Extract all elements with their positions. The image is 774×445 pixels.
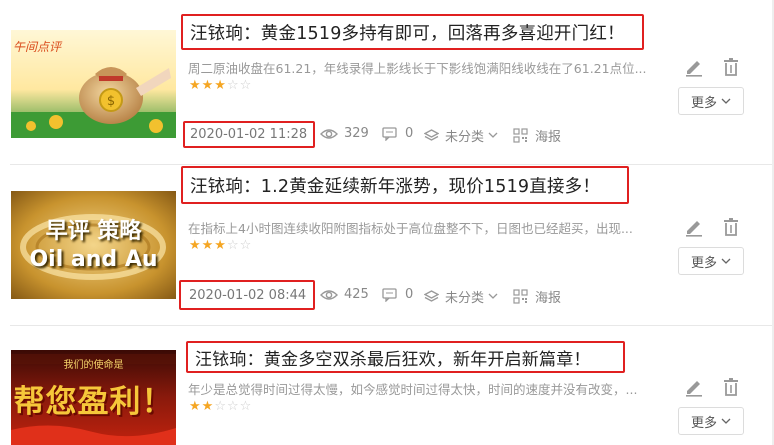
chevron-down-icon <box>488 132 498 139</box>
publish-date: 2020-01-02 11:28 <box>190 127 308 142</box>
highlight-box: 汪铱珦：1.2黄金延续新年涨势，现价1519直接多！ <box>181 166 629 204</box>
star-icon: ★★ <box>189 399 215 414</box>
more-button[interactable]: 更多 <box>678 87 744 115</box>
star-empty-icon: ☆☆ <box>226 238 253 253</box>
trash-icon[interactable] <box>721 377 741 397</box>
view-count: 425 <box>320 287 369 302</box>
thumbnail-caption: 我们的使命是 <box>63 360 124 371</box>
comment-icon <box>382 287 397 302</box>
comment-count-value: 0 <box>405 287 414 302</box>
chevron-down-icon <box>488 293 498 300</box>
article-list: $ 午间点评 汪铱珦：黄金1519多持有即可，回落再多喜迎开门红！ 周二原油收盘… <box>0 0 774 445</box>
more-button[interactable]: 更多 <box>678 247 744 275</box>
chevron-down-icon <box>721 414 731 429</box>
article-summary: 周二原油收盘在61.21，年线录得上影线长于下影线饱满阳线收线在了61.21点位… <box>188 61 647 76</box>
trash-icon[interactable] <box>721 57 741 77</box>
category-label: 未分类 <box>445 130 485 145</box>
view-count: 329 <box>320 126 369 141</box>
article-thumbnail[interactable]: 我们的使命是 帮您盈利！ <box>11 350 176 445</box>
more-button[interactable]: 更多 <box>678 407 744 435</box>
edit-icon[interactable] <box>684 377 704 397</box>
star-icon: ★★★ <box>189 238 227 253</box>
article-summary: 年少是总觉得时间过得太慢，如今感觉时间过得太快，时间的速度并没有改变，... <box>188 382 638 397</box>
layers-icon <box>424 128 439 143</box>
poster-button[interactable]: 海报 <box>513 126 561 145</box>
eye-icon <box>320 127 338 141</box>
article-thumbnail[interactable]: 早评 策略 Oil and Au <box>11 191 176 299</box>
category-dropdown[interactable]: 未分类 <box>424 126 498 145</box>
chevron-down-icon <box>721 254 731 269</box>
publish-date: 2020-01-02 08:44 <box>189 287 307 303</box>
view-count-value: 425 <box>344 287 369 302</box>
comment-count-value: 0 <box>405 126 414 141</box>
more-label: 更多 <box>690 415 717 431</box>
star-icon: ★★★ <box>189 78 227 93</box>
comment-count[interactable]: 0 <box>382 126 413 141</box>
view-count-value: 329 <box>344 126 369 141</box>
edit-icon[interactable] <box>684 57 704 77</box>
edit-icon[interactable] <box>684 217 704 237</box>
thumbnail-caption: Oil and Au <box>29 247 158 272</box>
eye-icon <box>320 288 338 302</box>
thumbnail-caption: 早评 策略 <box>45 219 142 244</box>
star-rating: ★★★☆☆ <box>189 78 252 93</box>
qrcode-icon <box>513 128 528 143</box>
comment-count[interactable]: 0 <box>382 287 413 302</box>
more-label: 更多 <box>690 95 717 111</box>
article-item: 早评 策略 Oil and Au 汪铱珦：1.2黄金延续新年涨势，现价1519直… <box>0 165 774 325</box>
article-item: 我们的使命是 帮您盈利！ 汪铱珦：黄金多空双杀最后狂欢，新年开启新篇章！ 年少是… <box>0 326 774 445</box>
trash-icon[interactable] <box>721 217 741 237</box>
chevron-down-icon <box>721 94 731 109</box>
highlight-box: 汪铱珦：黄金多空双杀最后狂欢，新年开启新篇章！ <box>186 341 625 373</box>
article-summary: 在指标上4小时图连续收阳附图指标处于高位盘整不下，日图也已经超买，出现... <box>188 221 633 236</box>
poster-button[interactable]: 海报 <box>513 287 561 306</box>
comment-icon <box>382 126 397 141</box>
star-rating: ★★☆☆☆ <box>189 399 252 414</box>
star-rating: ★★★☆☆ <box>189 238 252 253</box>
article-thumbnail[interactable]: $ 午间点评 <box>11 30 176 138</box>
highlight-box: 2020-01-02 08:44 <box>179 280 315 310</box>
qrcode-icon <box>513 289 528 304</box>
highlight-box: 2020-01-02 11:28 <box>183 121 315 148</box>
article-title[interactable]: 汪铱珦：黄金1519多持有即可，回落再多喜迎开门红！ <box>190 20 625 45</box>
thumbnail-caption: 午间点评 <box>13 40 62 54</box>
article-title[interactable]: 汪铱珦：黄金多空双杀最后狂欢，新年开启新篇章！ <box>195 345 591 370</box>
category-dropdown[interactable]: 未分类 <box>424 287 498 306</box>
article-item: $ 午间点评 汪铱珦：黄金1519多持有即可，回落再多喜迎开门红！ 周二原油收盘… <box>0 0 774 160</box>
more-label: 更多 <box>690 255 717 271</box>
layers-icon <box>424 289 439 304</box>
star-empty-icon: ☆☆☆ <box>214 399 253 414</box>
star-empty-icon: ☆☆ <box>226 78 253 93</box>
svg-text:$: $ <box>107 94 115 109</box>
category-label: 未分类 <box>445 291 485 306</box>
poster-label: 海报 <box>535 130 562 145</box>
poster-label: 海报 <box>535 291 562 306</box>
thumbnail-caption: 帮您盈利！ <box>13 384 174 420</box>
article-title[interactable]: 汪铱珦：1.2黄金延续新年涨势，现价1519直接多！ <box>190 173 600 198</box>
highlight-box: 汪铱珦：黄金1519多持有即可，回落再多喜迎开门红！ <box>181 14 644 50</box>
